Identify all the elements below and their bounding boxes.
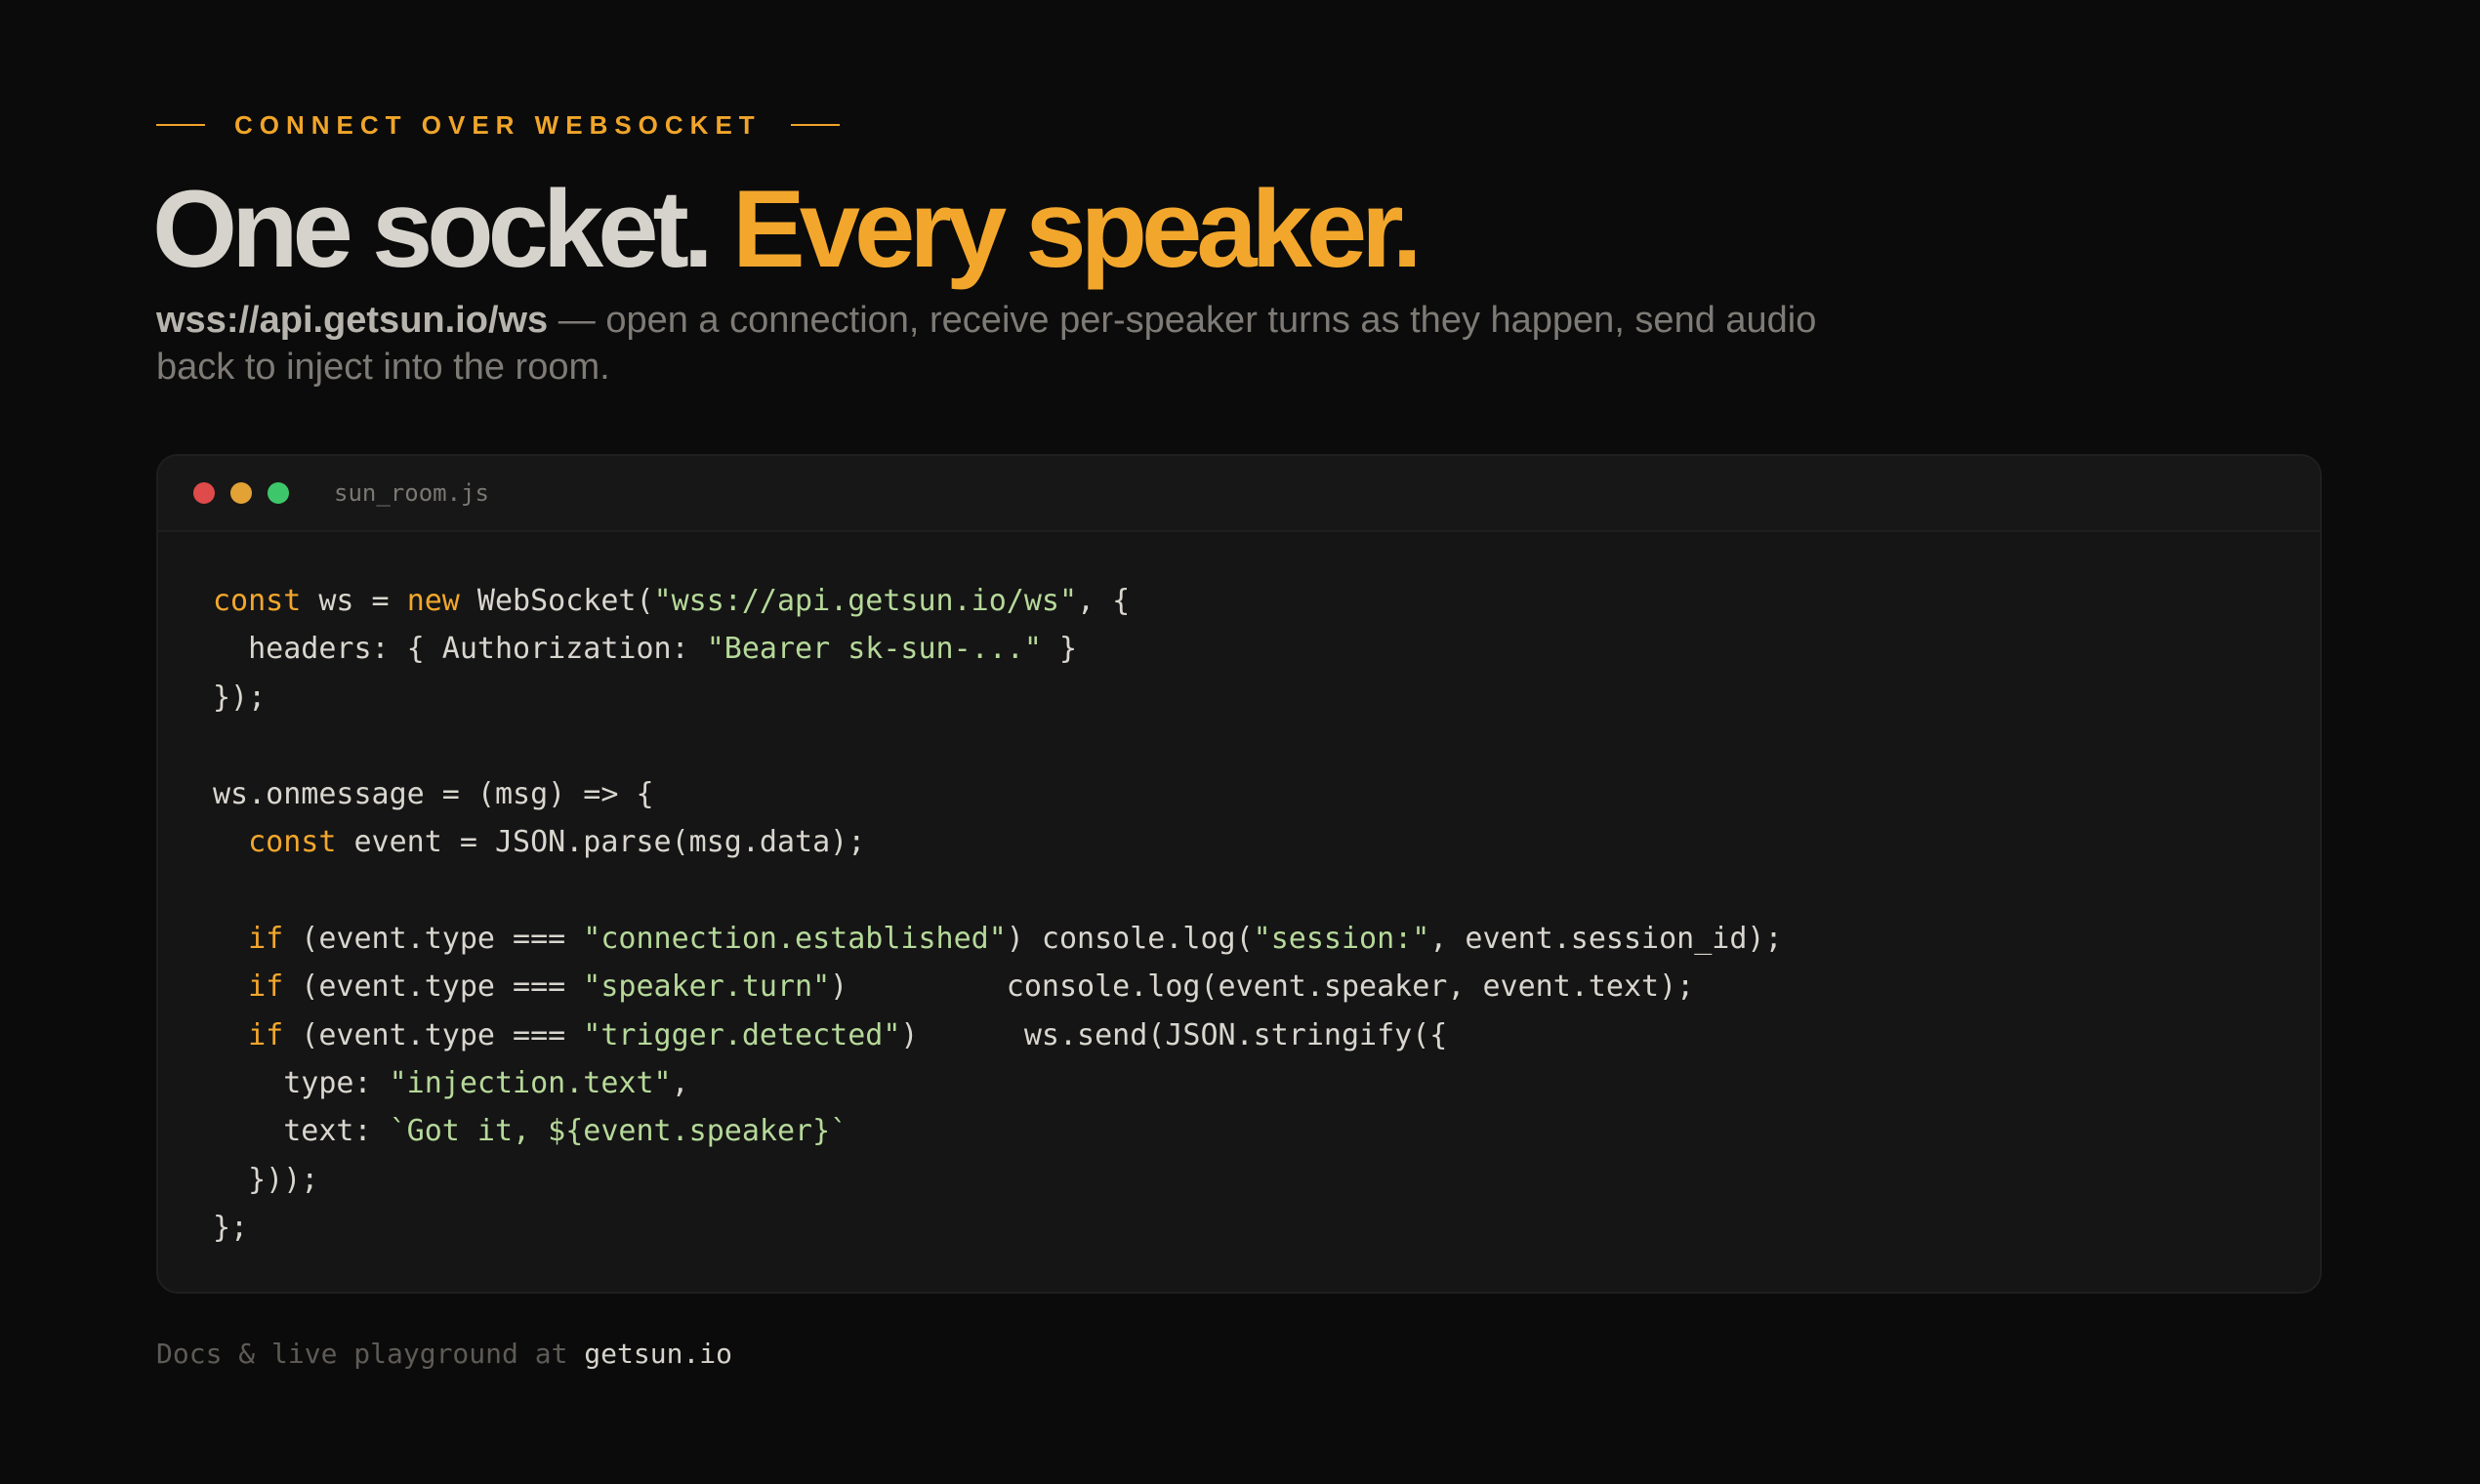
code-line: }; <box>213 1211 249 1246</box>
maximize-dot-icon <box>268 482 289 504</box>
eyebrow-rule-right <box>790 124 840 126</box>
code-window: sun_room.js const ws = new WebSocket("ws… <box>156 454 2322 1294</box>
code-line: if (event.type === "speaker.turn") conso… <box>248 969 1695 1005</box>
code-line: if (event.type === "trigger.detected") w… <box>248 1017 1448 1052</box>
code-block: const ws = new WebSocket("wss://api.gets… <box>158 532 2320 1253</box>
code-filename: sun_room.js <box>334 479 489 507</box>
footer-text: Docs & live playground at <box>156 1338 585 1370</box>
footer-link[interactable]: getsun.io <box>584 1338 732 1370</box>
footer: Docs & live playground at getsun.io <box>156 1338 732 1370</box>
headline: One socket. Every speaker. <box>152 156 1423 303</box>
headline-part2: Every speaker. <box>732 168 1423 290</box>
subtitle: wss://api.getsun.io/ws — open a connecti… <box>156 297 1875 391</box>
minimize-dot-icon <box>230 482 252 504</box>
subtitle-url: wss://api.getsun.io/ws <box>156 300 549 341</box>
code-line: const ws = new WebSocket("wss://api.gets… <box>213 584 1131 618</box>
headline-part1: One socket. <box>152 168 714 290</box>
eyebrow-text: CONNECT OVER WEBSOCKET <box>234 109 762 140</box>
code-line: ws.onmessage = (msg) => { <box>213 776 654 811</box>
eyebrow-rule-left <box>156 124 205 126</box>
code-line: type: "injection.text", <box>213 1066 689 1101</box>
code-line: const event = JSON.parse(msg.data); <box>248 825 866 860</box>
code-line: headers: { Authorization: "Bearer sk-sun… <box>213 632 1078 667</box>
close-dot-icon <box>193 482 215 504</box>
code-window-header: sun_room.js <box>158 456 2320 532</box>
code-line: if (event.type === "connection.establish… <box>248 921 1783 956</box>
eyebrow: CONNECT OVER WEBSOCKET <box>156 107 840 143</box>
code-line: text: `Got it, ${event.speaker}` <box>213 1114 848 1149</box>
code-line: }); <box>213 680 267 715</box>
code-line: })); <box>213 1162 319 1197</box>
